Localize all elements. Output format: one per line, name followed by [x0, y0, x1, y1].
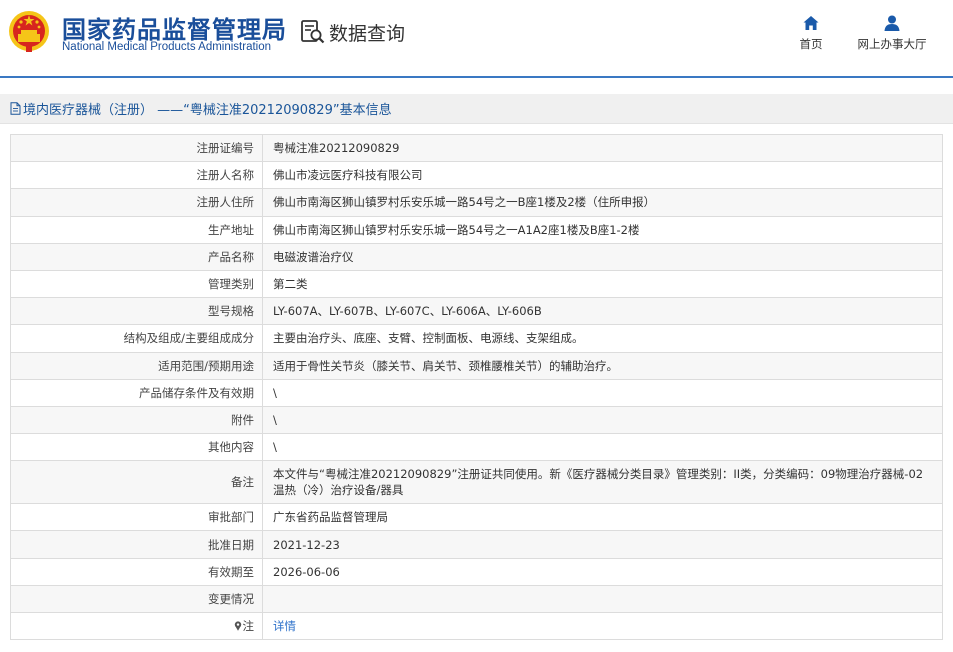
nav-home[interactable]: 首页	[792, 14, 830, 52]
table-row: 审批部门 广东省药品监督管理局	[10, 503, 943, 532]
table-row: 注册证编号 粤械注准20212090829	[10, 133, 943, 163]
field-label: 注册证编号	[10, 133, 263, 163]
table-row: 管理类别 第二类	[10, 269, 943, 299]
field-label: 结构及组成/主要组成成分	[10, 324, 263, 353]
nav-home-label: 首页	[799, 37, 823, 51]
pin-icon	[234, 621, 241, 631]
field-value	[262, 584, 943, 614]
field-value: 本文件与“粤械注准20212090829”注册证共同使用。新《医疗器械分类目录》…	[262, 460, 943, 505]
field-value: 粤械注准20212090829	[262, 133, 943, 163]
field-label-note-text: 注	[242, 619, 255, 634]
field-label: 附件	[10, 405, 263, 435]
field-label: 型号规格	[10, 297, 263, 326]
field-value: LY-607A、LY-607B、LY-607C、LY-606A、LY-606B	[262, 297, 943, 326]
field-label: 其他内容	[10, 433, 263, 462]
table-row: 注册人住所 佛山市南海区狮山镇罗村乐安乐城一路54号之一B座1楼及2楼（住所申报…	[10, 188, 943, 217]
field-value: 佛山市凌远医疗科技有限公司	[262, 161, 943, 190]
table-row: 其他内容 \	[10, 433, 943, 462]
table-row: 结构及组成/主要组成成分 主要由治疗头、底座、支臂、控制面板、电源线、支架组成。	[10, 324, 943, 353]
breadcrumb-text: 境内医疗器械（注册） ——“粤械注准20212090829”基本信息	[23, 103, 392, 118]
field-label: 注册人名称	[10, 161, 263, 190]
table-row: 型号规格 LY-607A、LY-607B、LY-607C、LY-606A、LY-…	[10, 297, 943, 326]
field-value: 详情	[262, 611, 943, 641]
field-value: \	[262, 405, 943, 435]
field-value: 佛山市南海区狮山镇罗村乐安乐城一路54号之一B座1楼及2楼（住所申报）	[262, 188, 943, 217]
table-row: 变更情况	[10, 584, 943, 614]
field-label: 管理类别	[10, 269, 263, 299]
field-label: 产品名称	[10, 242, 263, 271]
field-label: 批准日期	[10, 530, 263, 559]
table-row: 产品储存条件及有效期 \	[10, 378, 943, 407]
table-row: 注册人名称 佛山市凌远医疗科技有限公司	[10, 161, 943, 190]
details-link[interactable]: 详情	[273, 619, 296, 633]
table-row: 批准日期 2021-12-23	[10, 530, 943, 559]
site-header: 国家药品监督管理局 National Medical Products Admi…	[0, 0, 953, 78]
document-search-icon	[301, 20, 325, 44]
national-emblem-icon	[9, 11, 49, 52]
user-icon	[884, 15, 900, 31]
table-row: 产品名称 电磁波谱治疗仪	[10, 242, 943, 271]
field-label-note: 注	[10, 611, 263, 641]
nav-online-service-hall[interactable]: 网上办事大厅	[852, 14, 932, 52]
field-label: 产品储存条件及有效期	[10, 378, 263, 407]
field-value: 2021-12-23	[262, 530, 943, 559]
table-row: 备注 本文件与“粤械注准20212090829”注册证共同使用。新《医疗器械分类…	[10, 460, 943, 505]
org-name-cn: 国家药品监督管理局	[62, 16, 287, 44]
document-icon	[10, 102, 21, 115]
data-query-title: 数据查询	[300, 18, 405, 46]
table-row: 适用范围/预期用途 适用于骨性关节炎（膝关节、肩关节、颈椎腰椎关节）的辅助治疗。	[10, 351, 943, 380]
field-label: 适用范围/预期用途	[10, 351, 263, 380]
field-value: 第二类	[262, 269, 943, 299]
table-row: 生产地址 佛山市南海区狮山镇罗村乐安乐城一路54号之一A1A2座1楼及B座1-2…	[10, 215, 943, 244]
field-value: 2026-06-06	[262, 557, 943, 586]
field-value: 电磁波谱治疗仪	[262, 242, 943, 271]
home-icon	[803, 16, 819, 30]
table-row: 有效期至 2026-06-06	[10, 557, 943, 586]
field-label: 有效期至	[10, 557, 263, 586]
registration-info-table: 注册证编号 粤械注准20212090829 注册人名称 佛山市凌远医疗科技有限公…	[10, 133, 943, 641]
breadcrumb: 境内医疗器械（注册） ——“粤械注准20212090829”基本信息	[0, 94, 953, 124]
field-label: 变更情况	[10, 584, 263, 614]
field-value: 佛山市南海区狮山镇罗村乐安乐城一路54号之一A1A2座1楼及B座1-2楼	[262, 215, 943, 244]
org-name-en: National Medical Products Administration	[62, 41, 272, 53]
field-value: 主要由治疗头、底座、支臂、控制面板、电源线、支架组成。	[262, 324, 943, 353]
field-label: 生产地址	[10, 215, 263, 244]
field-label: 备注	[10, 460, 263, 505]
field-value: 适用于骨性关节炎（膝关节、肩关节、颈椎腰椎关节）的辅助治疗。	[262, 351, 943, 380]
data-query-label: 数据查询	[329, 22, 406, 45]
field-value: \	[262, 378, 943, 407]
table-row: 注 详情	[10, 611, 943, 641]
nav-online-service-hall-label: 网上办事大厅	[857, 37, 927, 51]
field-label: 审批部门	[10, 503, 263, 532]
field-value: \	[262, 433, 943, 462]
field-value: 广东省药品监督管理局	[262, 503, 943, 532]
field-label: 注册人住所	[10, 188, 263, 217]
table-row: 附件 \	[10, 405, 943, 435]
